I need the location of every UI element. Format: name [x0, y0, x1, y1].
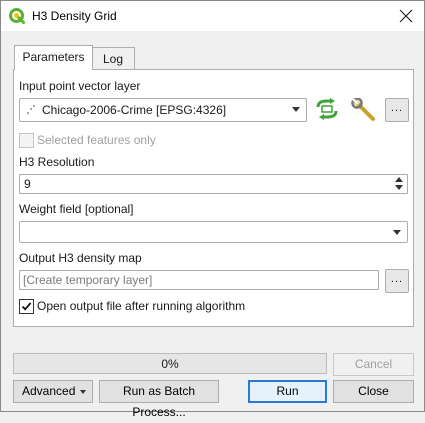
close-window-icon[interactable] — [397, 7, 415, 25]
close-button[interactable]: Close — [333, 380, 414, 403]
output-browse-button[interactable]: ... — [385, 269, 409, 293]
output-path-placeholder: [Create temporary layer] — [23, 273, 153, 287]
progress-text: 0% — [161, 357, 179, 371]
cancel-button-label: Cancel — [354, 357, 393, 371]
window-title: H3 Density Grid — [32, 9, 117, 23]
resolution-spinbox[interactable]: 9 — [19, 174, 408, 194]
advanced-button[interactable]: Advanced — [13, 380, 93, 403]
progress-bar: 0% — [13, 353, 327, 374]
iterate-icon[interactable] — [314, 98, 340, 120]
weight-field-select[interactable] — [19, 221, 408, 243]
point-layer-icon — [26, 104, 36, 116]
run-batch-button-label: Run as Batch Process... — [122, 384, 196, 419]
spin-down-icon[interactable] — [395, 185, 403, 190]
title-bar: H3 Density Grid — [1, 1, 424, 31]
resolution-value: 9 — [24, 177, 31, 191]
dialog-window: H3 Density Grid Parameters Log Input poi… — [0, 0, 425, 419]
tab-parameters[interactable]: Parameters — [14, 45, 93, 70]
run-button[interactable]: Run — [248, 380, 327, 403]
open-output-checkbox[interactable] — [19, 299, 34, 314]
input-layer-browse-button[interactable]: ... — [385, 98, 409, 122]
run-batch-button[interactable]: Run as Batch Process... — [99, 380, 219, 419]
run-button-label: Run — [276, 384, 299, 398]
qgis-logo-icon — [9, 8, 25, 24]
cancel-button[interactable]: Cancel — [333, 353, 414, 376]
checkmark-icon — [21, 302, 32, 311]
wrench-icon[interactable] — [351, 98, 377, 122]
input-layer-value: Chicago-2006-Crime [EPSG:4326] — [42, 103, 227, 117]
output-browse-label: ... — [390, 273, 404, 285]
close-button-label: Close — [358, 384, 389, 398]
output-path-input[interactable]: [Create temporary layer] — [19, 270, 379, 290]
open-output-label: Open output file after running algorithm — [37, 299, 246, 313]
resolution-label: H3 Resolution — [19, 155, 95, 169]
chevron-down-icon — [80, 390, 86, 394]
chevron-down-icon — [393, 230, 401, 235]
parameters-panel: Input point vector layer Chicago-2006-Cr… — [13, 69, 414, 327]
input-layer-select[interactable]: Chicago-2006-Crime [EPSG:4326] — [19, 98, 307, 122]
advanced-button-label: Advanced — [22, 384, 76, 398]
input-layer-browse-label: ... — [390, 102, 404, 114]
tab-log[interactable]: Log — [91, 47, 135, 70]
selected-features-checkbox[interactable] — [19, 133, 34, 148]
tab-parameters-label: Parameters — [22, 50, 85, 64]
spin-up-icon[interactable] — [395, 177, 403, 182]
output-label: Output H3 density map — [19, 251, 142, 265]
input-layer-label: Input point vector layer — [19, 79, 141, 93]
weight-field-label: Weight field [optional] — [19, 202, 134, 216]
selected-features-label: Selected features only — [37, 133, 156, 147]
chevron-down-icon — [292, 107, 300, 112]
tab-log-label: Log — [102, 52, 124, 66]
